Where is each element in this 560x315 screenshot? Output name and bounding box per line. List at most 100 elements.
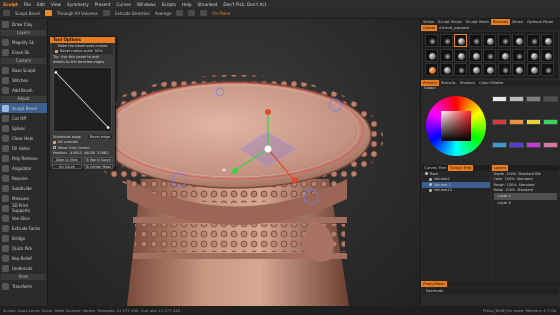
- brush-thumb[interactable]: [541, 48, 554, 62]
- tab-color-palette[interactable]: Color Palette: [477, 80, 505, 86]
- bevel-edge-dropdown[interactable]: Bevel edge: [87, 134, 112, 139]
- bevel-profile-curve[interactable]: [54, 68, 111, 131]
- brush-thumb[interactable]: [526, 48, 540, 62]
- brush-thumb[interactable]: [439, 34, 453, 47]
- tool-draw-clay[interactable]: Draw Clay: [0, 19, 47, 29]
- tool-subdivide[interactable]: Subdivide: [0, 183, 47, 193]
- visibility-icon[interactable]: [429, 177, 432, 181]
- extrude-direction-icon[interactable]: [102, 10, 110, 16]
- move-only-gizmo-checkbox[interactable]: [53, 146, 56, 150]
- brush-thumb[interactable]: [541, 63, 554, 76]
- visibility-icon[interactable]: [425, 172, 428, 176]
- visibility-icon[interactable]: [429, 183, 432, 187]
- presets-global-label[interactable]: Global: [421, 86, 560, 91]
- brush-thumb[interactable]: [512, 63, 525, 76]
- brush-thumb[interactable]: [497, 34, 511, 47]
- swatch[interactable]: [509, 142, 524, 148]
- tool-extrude-faces[interactable]: Extrude Faces: [0, 223, 47, 233]
- position-z-field[interactable]: 22982: [97, 151, 108, 155]
- brush-thumb[interactable]: [468, 63, 482, 76]
- tool-magnify[interactable]: Magnify Sk: [0, 37, 47, 47]
- brush-thumb[interactable]: [468, 48, 482, 62]
- tab-options-panel[interactable]: Options Panel: [525, 19, 555, 25]
- brush-thumb[interactable]: [541, 34, 554, 47]
- tool-angulator[interactable]: Angulator: [0, 163, 47, 173]
- brush-thumb[interactable]: [512, 48, 525, 62]
- extrude-direction-label[interactable]: Extrude Direction: [115, 11, 150, 16]
- to-center-mass-button[interactable]: To Center Mass: [83, 164, 113, 169]
- tool-stitches[interactable]: Stitches: [0, 75, 47, 85]
- menu-dont-pick[interactable]: Don't Pick, Don't Act: [223, 2, 266, 7]
- bevel-profile-graph[interactable]: [53, 67, 112, 132]
- menu-view[interactable]: View: [51, 2, 61, 7]
- tool-sculpt-bevel[interactable]: Sculpt Bevel: [0, 103, 47, 113]
- brush-thumb[interactable]: [454, 34, 467, 47]
- on-curve-button[interactable]: On Curve: [52, 164, 82, 169]
- brush-thumb[interactable]: [483, 48, 496, 62]
- tool-cut-off[interactable]: Cut Off: [0, 113, 47, 123]
- brush-thumb[interactable]: [439, 63, 453, 76]
- swatch[interactable]: [543, 96, 558, 102]
- brush-thumb[interactable]: [454, 63, 467, 76]
- menu-file[interactable]: File: [24, 2, 31, 7]
- tool-vox-slice[interactable]: Vox Slice: [0, 213, 47, 223]
- decimate-field[interactable]: Decimate: [423, 288, 559, 294]
- align-to-view-button[interactable]: Align to View: [52, 157, 82, 162]
- brush-thumb[interactable]: [439, 48, 453, 62]
- extrude-mode-dropdown[interactable]: Average: [155, 11, 171, 16]
- tab-layers[interactable]: Layers: [491, 165, 509, 171]
- brush-thumb[interactable]: [483, 34, 496, 47]
- brush-thumb[interactable]: [454, 48, 467, 62]
- tool-resolve[interactable]: Resolve: [0, 173, 47, 183]
- tool-poly-remove[interactable]: Poly Remove: [0, 153, 47, 163]
- swatch[interactable]: [492, 142, 507, 148]
- tab-global[interactable]: Global: [421, 25, 438, 31]
- tab-shaders[interactable]: Shaders: [458, 80, 477, 86]
- tool-spikes[interactable]: Spikes: [0, 123, 47, 133]
- menu-curves[interactable]: Curves: [116, 2, 131, 7]
- layer-item-0[interactable]: Layer 0: [494, 200, 558, 207]
- tree-item-volume13[interactable]: Volume13: [422, 188, 490, 194]
- snap-icon[interactable]: [176, 10, 184, 16]
- swatch[interactable]: [543, 142, 558, 148]
- brush-thumb[interactable]: [526, 34, 540, 47]
- brush-thumb[interactable]: [425, 34, 438, 47]
- position-x-field[interactable]: -40003: [69, 151, 82, 155]
- position-y-field[interactable]: 44030: [84, 151, 95, 155]
- swatch[interactable]: [526, 119, 541, 125]
- camera-icon[interactable]: [200, 10, 208, 16]
- radius-checkbox[interactable]: [55, 49, 58, 53]
- tab-curves-tree[interactable]: Curves Tree: [422, 165, 448, 171]
- tab-brush[interactable]: Brush: [510, 19, 525, 25]
- menu-scripts[interactable]: Scripts: [162, 2, 176, 7]
- tool-undercuts[interactable]: Undercuts: [0, 263, 47, 273]
- tool-measure[interactable]: Measure: [0, 193, 47, 203]
- tool-quick-pick[interactable]: Quick Pick: [0, 243, 47, 253]
- swatch[interactable]: [492, 96, 507, 102]
- tool-fill-holes[interactable]: Fill Holes: [0, 143, 47, 153]
- tool-add-brush[interactable]: Add Brush: [0, 85, 47, 95]
- color-wheel[interactable]: [426, 96, 486, 156]
- brush-thumb[interactable]: [425, 48, 438, 62]
- tool-3d-print-supports[interactable]: 3D Print Supports: [0, 203, 47, 213]
- to-world-space-button[interactable]: To World Space: [83, 157, 113, 162]
- swatch[interactable]: [509, 96, 524, 102]
- menu-shrunked[interactable]: Shrunked: [198, 2, 218, 7]
- menu-windows[interactable]: Windows: [137, 2, 156, 7]
- menu-present[interactable]: Present: [95, 2, 111, 7]
- tool-erase[interactable]: Erase Sk: [0, 47, 47, 57]
- swatch[interactable]: [509, 119, 524, 125]
- brush-thumb[interactable]: [497, 63, 511, 76]
- brush-thumb[interactable]: [526, 63, 540, 76]
- app-logo[interactable]: Sculpt: [3, 2, 18, 7]
- brush-thumb[interactable]: [483, 63, 496, 76]
- tool-close-hole[interactable]: Close Hole: [0, 133, 47, 143]
- brush-thumb[interactable]: [497, 48, 511, 62]
- menu-symmetry[interactable]: Symmetry: [67, 2, 89, 7]
- swatch[interactable]: [492, 119, 507, 125]
- tool-key-relief[interactable]: Key-Relief: [0, 253, 47, 263]
- visibility-icon[interactable]: [429, 188, 432, 192]
- swatch[interactable]: [543, 119, 558, 125]
- brush-thumb[interactable]: [468, 34, 482, 47]
- menu-help[interactable]: Help: [182, 2, 192, 7]
